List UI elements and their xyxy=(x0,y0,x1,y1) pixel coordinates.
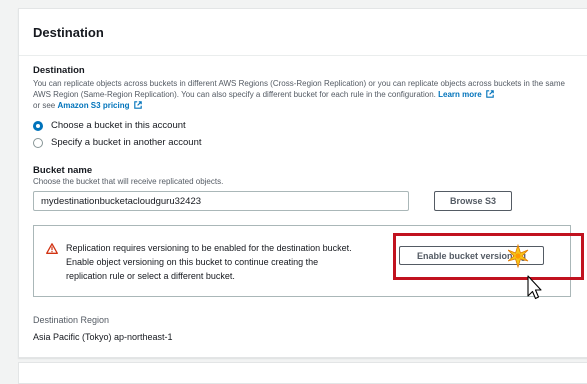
destination-label: Destination xyxy=(33,65,85,76)
panel-title: Destination xyxy=(33,24,104,40)
click-burst-cursor-icon xyxy=(508,244,542,300)
versioning-alert: Replication requires versioning to be en… xyxy=(33,225,584,297)
radio-unchecked-icon[interactable] xyxy=(33,137,43,148)
destination-panel: Destination Destination You can replicat… xyxy=(18,8,587,358)
radio-label: Choose a bucket in this account xyxy=(51,120,186,131)
destination-region-value: Asia Pacific (Tokyo) ap-northeast-1 xyxy=(33,332,173,342)
bucket-name-description: Choose the bucket that will receive repl… xyxy=(33,177,224,186)
alert-line: Replication requires versioning to be en… xyxy=(66,243,352,253)
alert-line: replication rule or select a different b… xyxy=(66,271,235,281)
radio-option-this-account[interactable]: Choose a bucket in this account xyxy=(33,117,573,134)
next-panel xyxy=(18,362,587,384)
panel-header: Destination xyxy=(19,9,587,56)
alert-message: Replication requires versioning to be en… xyxy=(66,241,386,283)
external-link-icon xyxy=(486,90,494,98)
learn-more-link[interactable]: Learn more xyxy=(438,90,482,99)
radio-option-another-account[interactable]: Specify a bucket in another account xyxy=(33,134,573,151)
browse-s3-button[interactable]: Browse S3 xyxy=(434,191,512,211)
bucket-name-label: Bucket name xyxy=(33,165,93,176)
alert-line: Enable object versioning on this bucket … xyxy=(66,257,319,267)
bucket-name-value: mydestinationbucketacloudguru32423 xyxy=(41,195,202,207)
pricing-link[interactable]: Amazon S3 pricing xyxy=(57,101,129,110)
region-section: Destination Region Asia Pacific (Tokyo) … xyxy=(33,315,173,342)
destination-region-label: Destination Region xyxy=(33,315,110,325)
account-radio-group: Choose a bucket in this account Specify … xyxy=(33,117,573,151)
warning-icon xyxy=(46,243,58,254)
see-prefix: or see xyxy=(33,101,56,110)
destination-section: Destination You can replicate objects ac… xyxy=(33,65,573,151)
destination-description: You can replicate objects across buckets… xyxy=(33,78,573,111)
bucket-section: Bucket name Choose the bucket that will … xyxy=(33,165,223,187)
radio-label: Specify a bucket in another account xyxy=(51,137,202,148)
external-link-icon xyxy=(133,101,142,109)
bucket-name-input[interactable]: mydestinationbucketacloudguru32423 xyxy=(33,191,409,211)
radio-checked-icon[interactable] xyxy=(33,120,43,131)
